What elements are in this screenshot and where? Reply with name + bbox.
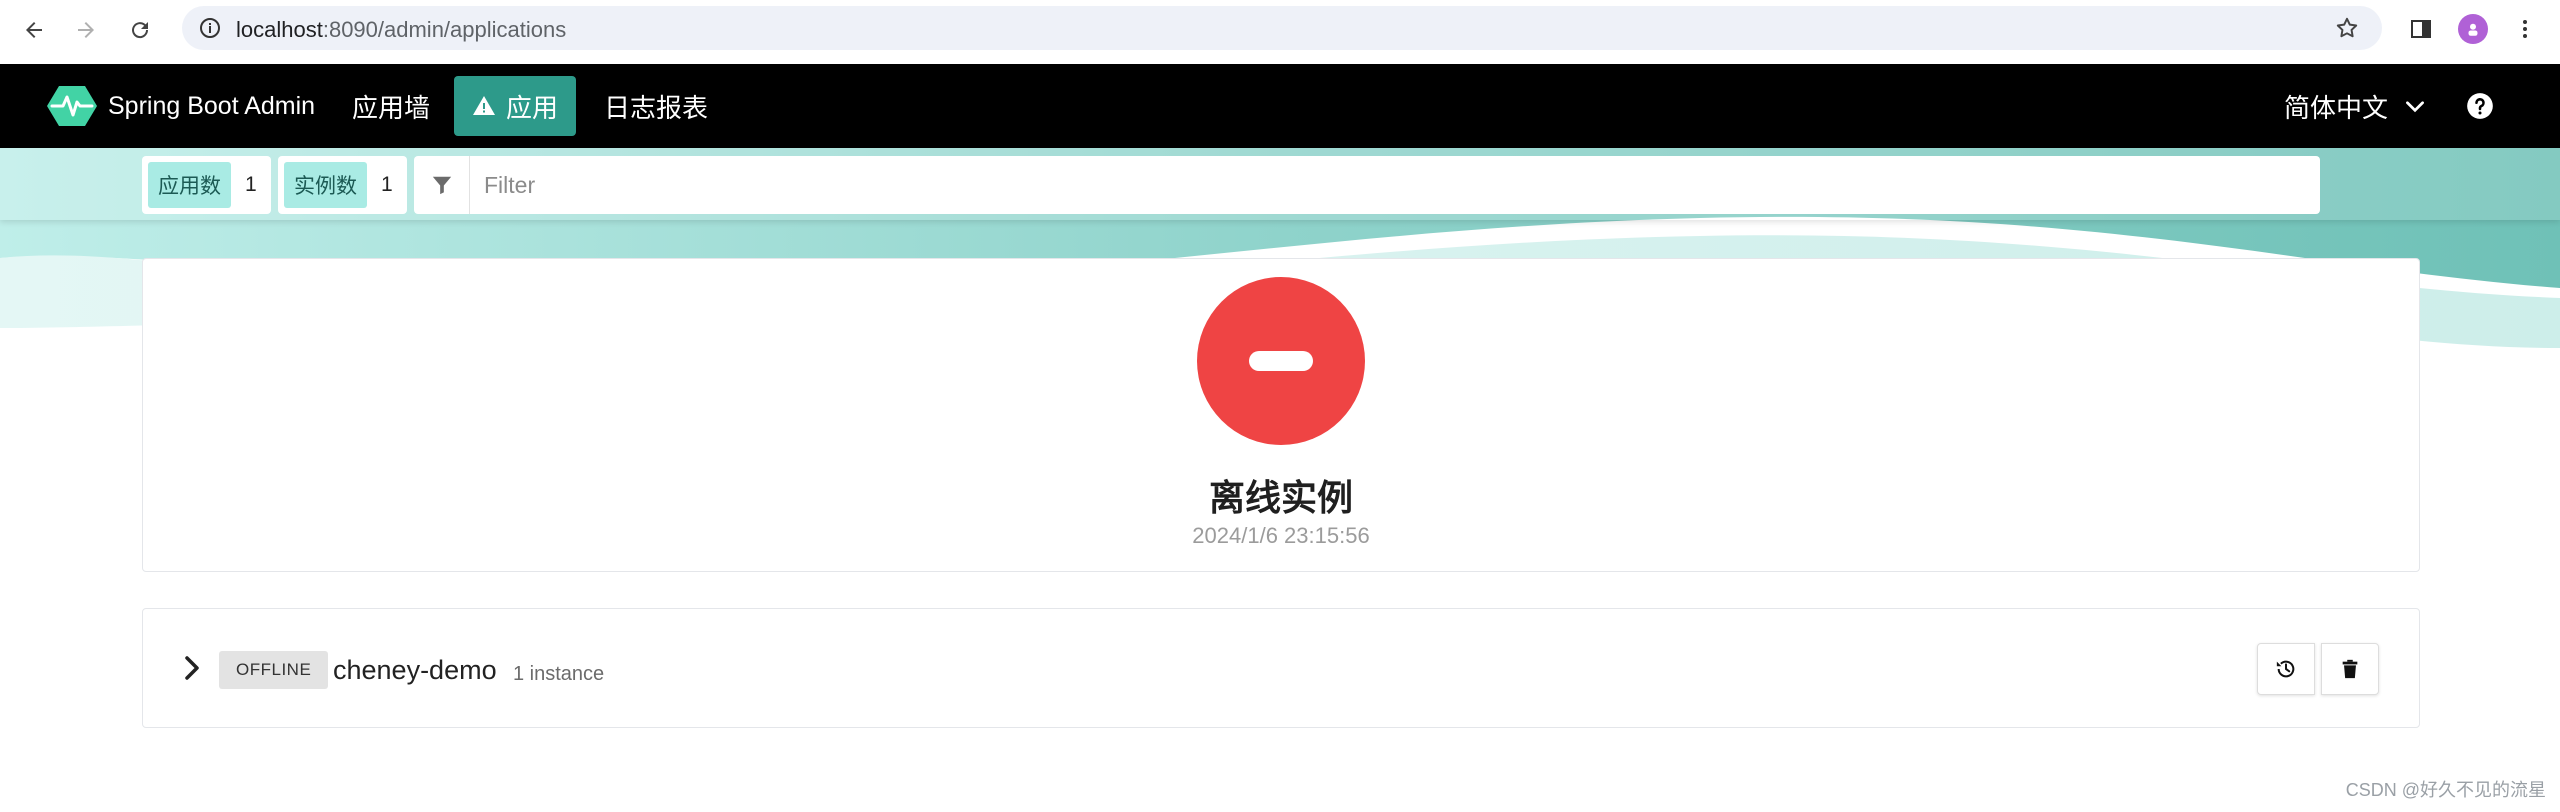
avatar bbox=[2458, 14, 2488, 44]
status-summary-card: 离线实例 2024/1/6 23:15:56 bbox=[142, 258, 2420, 572]
status-badge: OFFLINE bbox=[219, 651, 329, 689]
profile-icon bbox=[2468, 23, 2478, 36]
warning-icon bbox=[473, 96, 495, 115]
url-host: localhost bbox=[236, 17, 323, 42]
instances-count: 实例数 1 bbox=[278, 156, 407, 214]
info-icon[interactable] bbox=[198, 16, 222, 40]
application-name: cheney-demo bbox=[333, 655, 497, 685]
back-button[interactable] bbox=[14, 10, 54, 50]
offline-status-icon bbox=[1197, 277, 1365, 445]
side-panel-icon bbox=[2411, 20, 2431, 38]
brand[interactable]: Spring Boot Admin bbox=[46, 84, 315, 128]
filter-field bbox=[414, 156, 2320, 214]
filter-input[interactable] bbox=[470, 156, 2320, 214]
more-vertical-icon bbox=[2523, 20, 2527, 38]
instances-count-label: 实例数 bbox=[284, 162, 367, 208]
brand-name: Spring Boot Admin bbox=[108, 91, 316, 120]
history-icon bbox=[2276, 660, 2295, 678]
watermark: CSDN @好久不见的流星 bbox=[2345, 780, 2546, 800]
filter-icon-wrap bbox=[414, 156, 470, 214]
nav-item-label: 应用墙 bbox=[352, 92, 431, 123]
trash-icon bbox=[2342, 659, 2358, 679]
instances-count-value: 1 bbox=[381, 173, 393, 196]
arrow-right-icon bbox=[78, 22, 94, 38]
applications-count-label: 应用数 bbox=[148, 162, 231, 208]
browser-toolbar: localhost:8090/admin/applications bbox=[0, 0, 2560, 64]
arrow-left-icon bbox=[26, 22, 42, 38]
spring-boot-admin-logo-icon bbox=[47, 86, 97, 126]
filter-icon bbox=[432, 176, 451, 195]
status-timestamp: 2024/1/6 23:15:56 bbox=[1192, 523, 1370, 548]
nav-item-label: 日志报表 bbox=[604, 92, 709, 123]
applications-count-value: 1 bbox=[245, 173, 257, 196]
reload-button[interactable] bbox=[120, 10, 160, 50]
nav-item-label: 应用 bbox=[506, 92, 559, 123]
browser-menu-button[interactable] bbox=[2508, 12, 2542, 46]
minus-icon bbox=[1249, 351, 1313, 371]
chevron-right-icon[interactable] bbox=[179, 653, 205, 683]
help-icon[interactable] bbox=[2466, 92, 2494, 120]
profile-button[interactable] bbox=[2456, 12, 2490, 46]
status-title: 离线实例 bbox=[1208, 477, 1353, 518]
nav-item-applications[interactable]: 应用 bbox=[454, 76, 577, 136]
application-row[interactable]: OFFLINE cheney-demo 1 instance bbox=[142, 608, 2420, 728]
bookmark-star-icon[interactable] bbox=[2334, 15, 2360, 41]
app-navbar: Spring Boot Admin 应用墙 应用 日志报表 简体中文 bbox=[0, 64, 2560, 148]
nav-item-wallboard[interactable]: 应用墙 bbox=[334, 76, 448, 136]
url-text[interactable]: localhost:8090/admin/applications bbox=[236, 17, 566, 43]
forward-button[interactable] bbox=[66, 10, 106, 50]
url-path: :8090/admin/applications bbox=[322, 17, 567, 42]
side-panel-button[interactable] bbox=[2404, 12, 2438, 46]
nav-item-journal[interactable]: 日志报表 bbox=[586, 76, 726, 136]
instance-count: 1 instance bbox=[513, 663, 605, 685]
address-bar[interactable]: localhost:8090/admin/applications bbox=[182, 6, 2382, 50]
applications-count: 应用数 1 bbox=[142, 156, 271, 214]
language-label: 简体中文 bbox=[2284, 92, 2389, 123]
filter-toolbar: 应用数 1 实例数 1 bbox=[0, 148, 2560, 220]
restart-button[interactable] bbox=[2257, 643, 2315, 695]
delete-button[interactable] bbox=[2321, 643, 2379, 695]
language-selector[interactable]: 简体中文 bbox=[2284, 76, 2428, 136]
reload-icon bbox=[132, 22, 149, 39]
chevron-down-icon bbox=[2406, 101, 2424, 113]
